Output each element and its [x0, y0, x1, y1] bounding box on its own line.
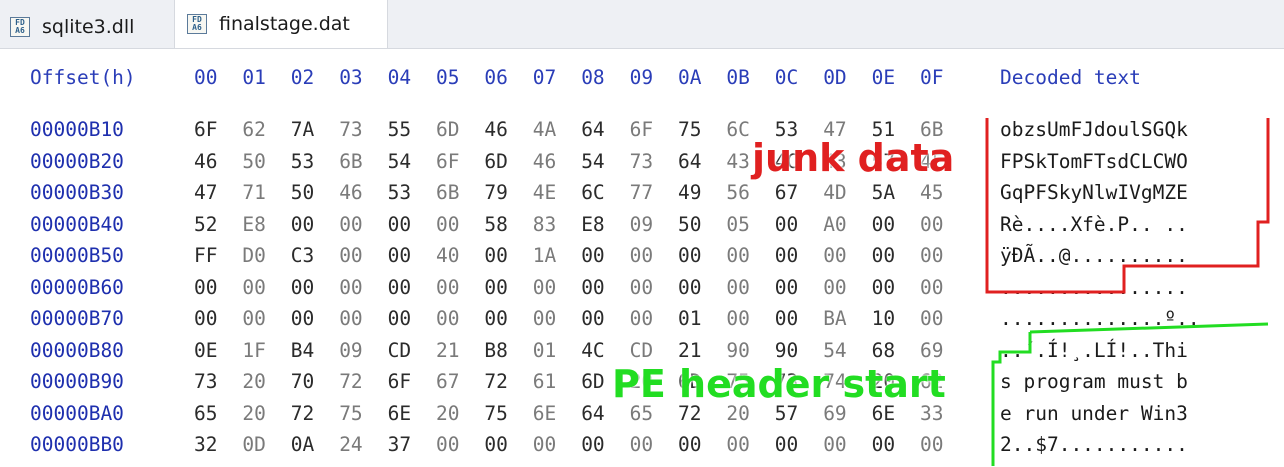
junk-data-label: junk data — [752, 136, 955, 180]
pe-header-outline — [991, 332, 1032, 466]
junk-data-outline — [985, 118, 1270, 294]
pe-header-top-line — [1029, 322, 1269, 334]
pe-header-start-label: PE header start — [612, 362, 946, 406]
